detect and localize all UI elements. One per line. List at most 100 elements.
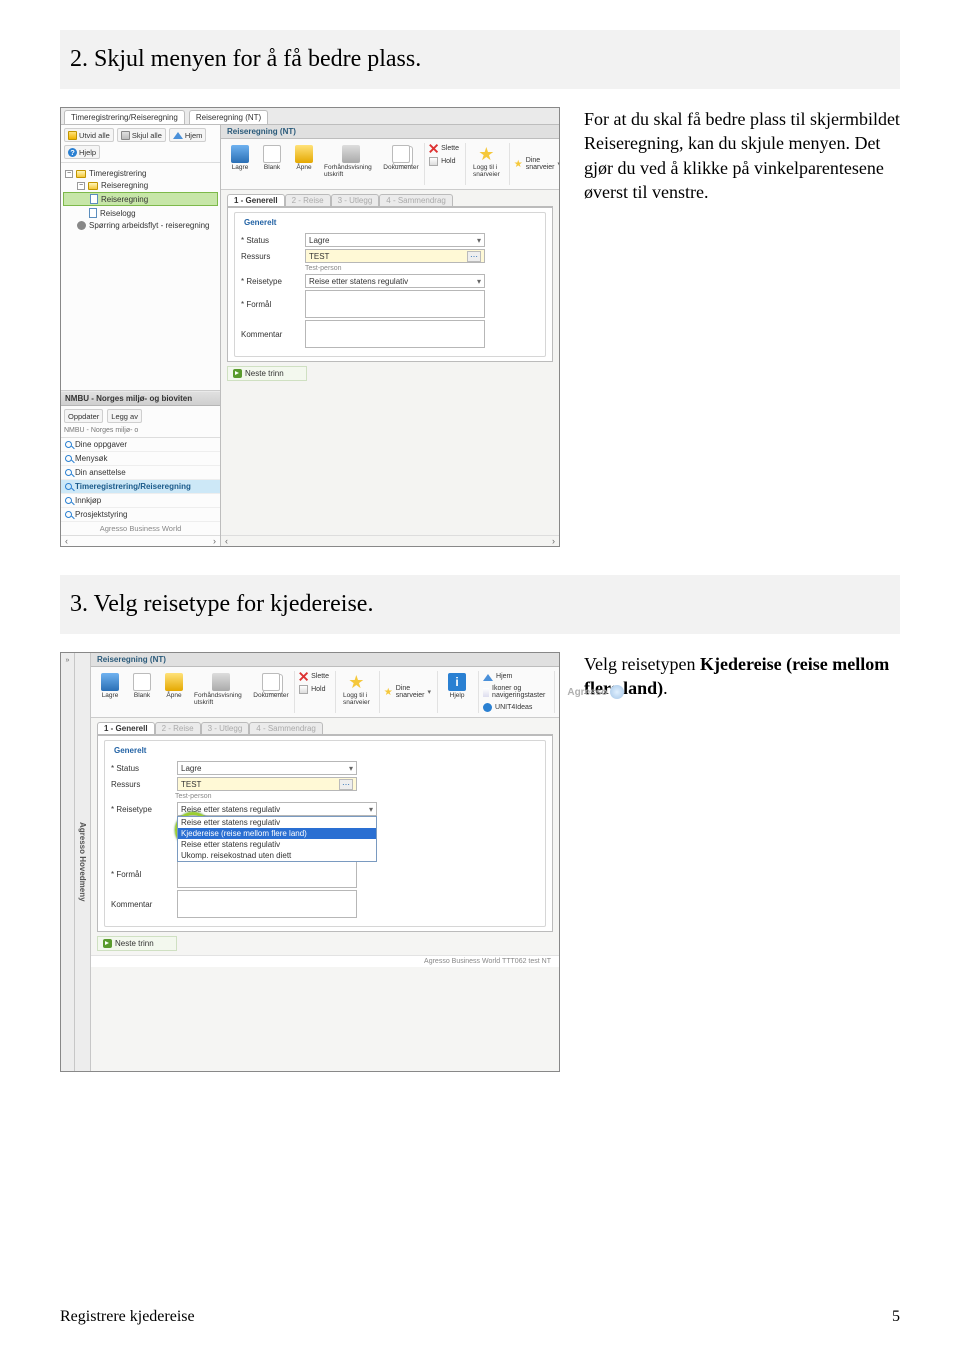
formal-textarea[interactable] bbox=[305, 290, 485, 318]
inner-tab-1[interactable]: 1 - Generell bbox=[227, 194, 285, 206]
save-button[interactable]: Lagre bbox=[95, 671, 125, 713]
arrow-right[interactable]: › bbox=[552, 536, 555, 546]
inner-tab-3[interactable]: 3 - Utlegg bbox=[201, 722, 250, 734]
hold-button[interactable]: Hold bbox=[299, 684, 329, 695]
main-panel: Reiseregning (NT) Lagre Blank Åpne Forhå… bbox=[221, 125, 559, 546]
open-button[interactable]: Åpne bbox=[159, 671, 189, 713]
inner-tab-1[interactable]: 1 - Generell bbox=[97, 722, 155, 734]
status-line: Agresso Business World TTT062 test NT bbox=[91, 955, 559, 967]
dropdown-option-3[interactable]: Ukomp. reisekostnad uten diett bbox=[178, 850, 376, 861]
collapse-all-button[interactable]: Skjul alle bbox=[117, 128, 166, 142]
print-preview-button[interactable]: Forhåndsvisning utskrift bbox=[191, 671, 252, 713]
collapsed-sidebar-label[interactable]: Agresso Hovedmeny bbox=[75, 653, 91, 1071]
arrow-left[interactable]: ‹ bbox=[225, 536, 228, 546]
reisetype-label: Reisetype bbox=[241, 277, 299, 286]
status-select[interactable]: Lagre bbox=[305, 233, 485, 247]
ribbon-home-link[interactable]: Hjem bbox=[483, 671, 548, 682]
kommentar-label: Kommentar bbox=[111, 900, 171, 909]
main-title: Reiseregning (NT) bbox=[221, 125, 559, 139]
inner-tab-4[interactable]: 4 - Sammendrag bbox=[249, 722, 323, 734]
quick-item-3[interactable]: Timeregistrering/Reiseregning bbox=[61, 480, 220, 494]
kommentar-label: Kommentar bbox=[241, 330, 299, 339]
dropdown-option-1[interactable]: Kjedereise (reise mellom flere land) bbox=[178, 828, 376, 839]
arrow-right-icon bbox=[103, 939, 112, 948]
sidebar-bottom: NMBU - Norges miljø- og bioviten Oppdate… bbox=[61, 390, 220, 546]
documents-button[interactable]: Dokumenter bbox=[254, 671, 288, 713]
delete-icon bbox=[299, 672, 308, 681]
arrow-right[interactable]: › bbox=[213, 536, 216, 546]
inner-tab-2[interactable]: 2 - Reise bbox=[285, 194, 331, 206]
tree-root[interactable]: −Timeregistrering bbox=[63, 168, 218, 179]
inner-tab-2[interactable]: 2 - Reise bbox=[155, 722, 201, 734]
shortcuts-dropdown[interactable]: ★Dine snarveier▾ bbox=[514, 156, 560, 172]
expand-all-label: Utvid alle bbox=[79, 131, 110, 140]
arrow-left[interactable]: ‹ bbox=[65, 536, 68, 546]
ressurs-field[interactable]: TEST bbox=[305, 249, 485, 263]
section-2-heading: 2. Skjul menyen for å få bedre plass. bbox=[60, 30, 900, 89]
quick-item-0[interactable]: Dine oppgaver bbox=[61, 438, 220, 452]
shortcuts-dropdown[interactable]: ★Dine snarveier▾ bbox=[384, 684, 431, 700]
dropdown-option-0[interactable]: Reise etter statens regulativ bbox=[178, 817, 376, 828]
print-label: Forhåndsvisning utskrift bbox=[324, 164, 379, 178]
tree-toggle-icon: − bbox=[65, 170, 73, 178]
ressurs-label: Ressurs bbox=[241, 252, 299, 261]
hold-button[interactable]: Hold bbox=[429, 156, 459, 167]
status-select[interactable]: Lagre bbox=[177, 761, 357, 775]
screenshot-1: Timeregistrering/Reiseregning Reiseregni… bbox=[60, 107, 560, 547]
status-label: Status bbox=[241, 236, 299, 245]
formal-label: Formål bbox=[241, 300, 299, 309]
inner-tab-4[interactable]: 4 - Sammendrag bbox=[379, 194, 453, 206]
ressurs-sub: Test-person bbox=[175, 793, 539, 800]
reisetype-select[interactable]: Reise etter statens regulativ bbox=[177, 802, 377, 816]
documents-button[interactable]: Dokumenter bbox=[384, 143, 418, 185]
blank-button[interactable]: Blank bbox=[127, 671, 157, 713]
collapse-chevrons[interactable]: » bbox=[61, 653, 75, 1071]
window-tab-2[interactable]: Reiseregning (NT) bbox=[189, 110, 268, 124]
open-button[interactable]: Åpne bbox=[289, 143, 319, 185]
home-button[interactable]: Hjem bbox=[169, 128, 207, 142]
add-shortcut-button[interactable]: ★Logg til i snarveier bbox=[340, 671, 373, 713]
sidebar-toolbar: Utvid alle Skjul alle Hjem ?Hjelp bbox=[61, 125, 220, 163]
leggav-button[interactable]: Legg av bbox=[107, 409, 142, 423]
quick-item-5[interactable]: Prosjektstyring bbox=[61, 508, 220, 522]
tree-reiseregning-item[interactable]: Reiseregning bbox=[63, 192, 218, 206]
delete-label: Slette bbox=[441, 145, 459, 152]
formal-textarea[interactable] bbox=[177, 860, 357, 888]
search-icon bbox=[65, 483, 72, 490]
minus-icon bbox=[121, 131, 130, 140]
delete-button[interactable]: Slette bbox=[299, 671, 329, 682]
expand-all-button[interactable]: Utvid alle bbox=[64, 128, 114, 142]
save-button[interactable]: Lagre bbox=[225, 143, 255, 185]
delete-button[interactable]: Slette bbox=[429, 143, 459, 154]
shortcuts-label: Dine snarveier bbox=[396, 685, 425, 699]
arrow-right-icon bbox=[233, 369, 242, 378]
tree-reiselogg-item[interactable]: Reiselogg bbox=[63, 207, 218, 219]
quick-toolbar: Oppdater Legg av NMBU - Norges miljø- o bbox=[61, 406, 220, 438]
ribbon-help-button[interactable]: iHjelp bbox=[442, 671, 472, 713]
kommentar-textarea[interactable] bbox=[305, 320, 485, 348]
blank-button[interactable]: Blank bbox=[257, 143, 287, 185]
ressurs-field[interactable]: TEST bbox=[177, 777, 357, 791]
help-button[interactable]: ?Hjelp bbox=[64, 145, 100, 159]
documents-label: Dokumenter bbox=[253, 692, 288, 699]
print-preview-button[interactable]: Forhåndsvisning utskrift bbox=[321, 143, 382, 185]
next-step-button[interactable]: Neste trinn bbox=[97, 936, 177, 951]
kommentar-textarea[interactable] bbox=[177, 890, 357, 918]
inner-tab-3[interactable]: 3 - Utlegg bbox=[331, 194, 380, 206]
inner-tabs-2: 1 - Generell 2 - Reise 3 - Utlegg 4 - Sa… bbox=[97, 722, 553, 735]
quick-item-2[interactable]: Din ansettelse bbox=[61, 466, 220, 480]
dropdown-option-2[interactable]: Reise etter statens regulativ bbox=[178, 839, 376, 850]
ribbon-unit4-link[interactable]: UNIT4Ideas bbox=[483, 702, 548, 713]
next-step-button[interactable]: Neste trinn bbox=[227, 366, 307, 381]
search-icon bbox=[65, 511, 72, 518]
tree-reise-folder[interactable]: −Reiseregning bbox=[63, 180, 218, 191]
quick-item-1[interactable]: Menysøk bbox=[61, 452, 220, 466]
add-shortcut-button[interactable]: ★Logg til i snarveier bbox=[470, 143, 503, 185]
ribbon-nav-link[interactable]: Ikoner og navigeringstaster bbox=[483, 684, 548, 700]
quick-item-4[interactable]: Innkjøp bbox=[61, 494, 220, 508]
tree-sporring-item[interactable]: Spørring arbeidsflyt - reiseregning bbox=[63, 220, 218, 231]
reisetype-select[interactable]: Reise etter statens regulativ bbox=[305, 274, 485, 288]
star-icon: ★ bbox=[347, 673, 365, 691]
window-tab-1[interactable]: Timeregistrering/Reiseregning bbox=[64, 110, 185, 124]
refresh-button[interactable]: Oppdater bbox=[64, 409, 103, 423]
